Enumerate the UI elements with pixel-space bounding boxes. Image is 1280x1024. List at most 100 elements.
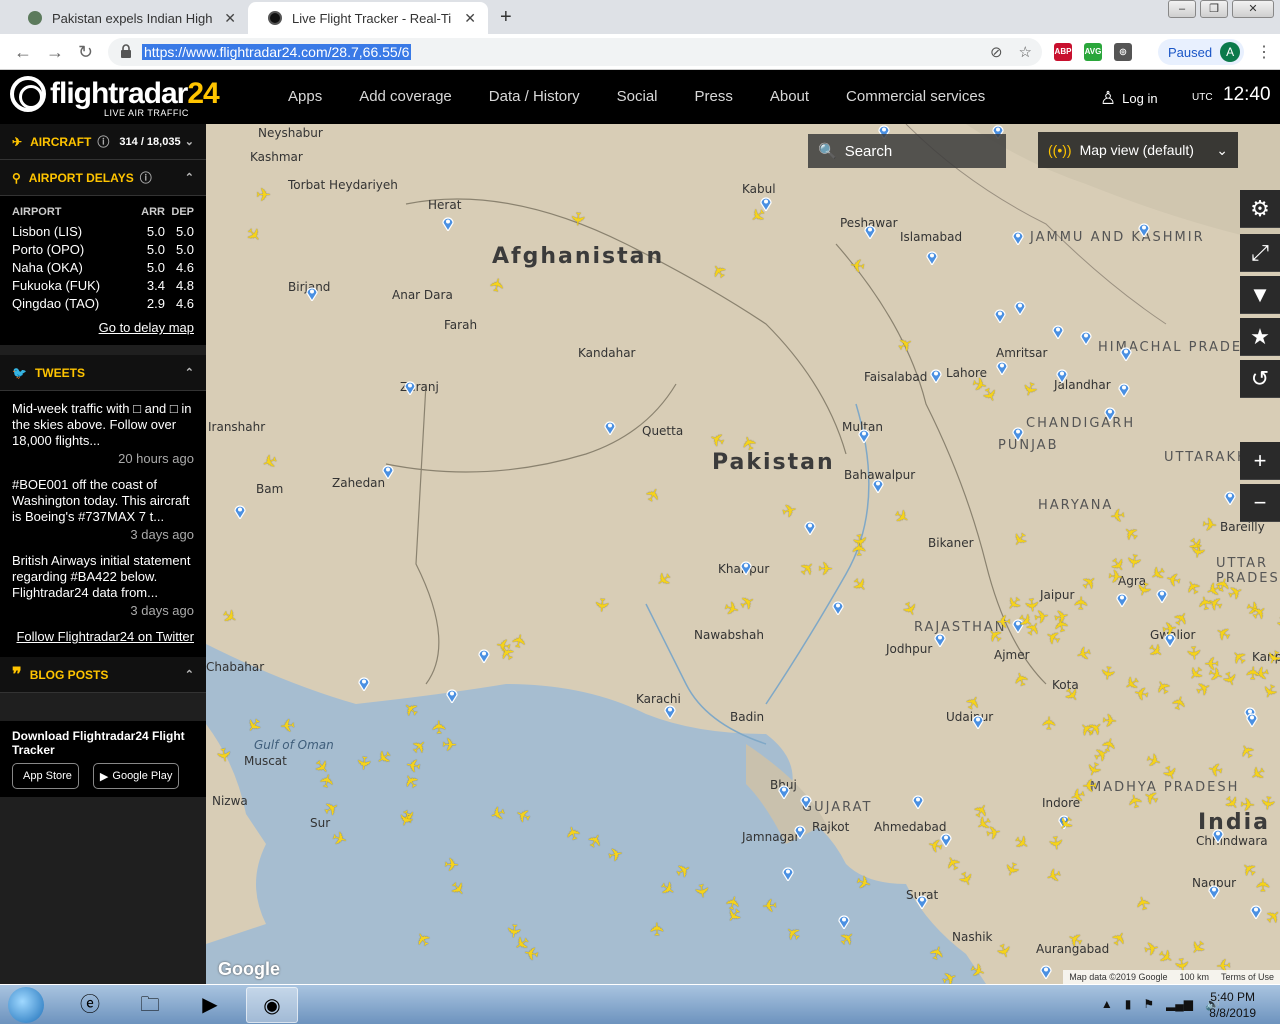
airport-pin-icon[interactable] — [604, 420, 616, 435]
airport-pin-icon[interactable] — [1118, 382, 1130, 397]
start-button[interactable] — [8, 987, 44, 1023]
airport-pin-icon[interactable] — [740, 560, 752, 575]
tab-close-icon[interactable]: ✕ — [464, 10, 476, 27]
aircraft-icon[interactable]: ✈ — [647, 921, 667, 936]
airport-pin-icon[interactable] — [872, 478, 884, 493]
browser-menu-icon[interactable]: ⋮ — [1256, 42, 1272, 62]
airport-pin-icon[interactable] — [1116, 592, 1128, 607]
taskbar-clock[interactable]: 5:40 PM 8/8/2019 — [1209, 989, 1256, 1021]
aircraft-icon[interactable]: ✈ — [256, 186, 271, 204]
aircraft-icon[interactable]: ✈ — [567, 211, 588, 227]
airport-pin-icon[interactable] — [1250, 904, 1262, 919]
airport-pin-icon[interactable] — [858, 428, 870, 443]
aircraft-icon[interactable]: ✈ — [1081, 775, 1097, 796]
network-icon[interactable]: ▮ — [1125, 997, 1132, 1011]
nav-add-coverage[interactable]: Add coverage — [359, 88, 452, 105]
airport-pin-icon[interactable] — [404, 380, 416, 395]
airport-pin-icon[interactable] — [1056, 368, 1068, 383]
nav-press[interactable]: Press — [695, 88, 733, 105]
table-row[interactable]: Lisbon (LIS) 5.0 5.0 — [12, 224, 194, 242]
help-icon[interactable]: ⓘ — [140, 169, 152, 186]
nav-apps[interactable]: Apps — [288, 88, 322, 105]
aircraft-icon[interactable]: ✈ — [1239, 794, 1255, 815]
adblock-icon[interactable]: ABP — [1054, 43, 1072, 61]
airport-pin-icon[interactable] — [1138, 222, 1150, 237]
tab-flight-tracker[interactable]: Live Flight Tracker - Real-Time Fli ✕ — [248, 2, 488, 34]
tray-expand-icon[interactable]: ▲ — [1101, 997, 1113, 1011]
reload-icon[interactable]: ↻ — [78, 42, 93, 63]
flight-map[interactable]: Afghanistan Pakistan India Kabul Herat K… — [206, 124, 1280, 984]
aircraft-icon[interactable]: ✈ — [279, 714, 296, 735]
airport-pin-icon[interactable] — [864, 224, 876, 239]
playback-history-icon[interactable]: ↺ — [1240, 360, 1280, 398]
help-icon[interactable]: ⓘ — [97, 133, 109, 150]
airport-pin-icon[interactable] — [234, 504, 246, 519]
fullscreen-icon[interactable]: ⤢ — [1240, 234, 1280, 272]
list-item[interactable]: British Airways initial statement regard… — [12, 553, 194, 619]
google-play-button[interactable]: ▶ Google Play — [92, 763, 180, 789]
media-player-icon[interactable]: ▶ — [184, 987, 236, 1023]
minimize-icon[interactable]: – — [1168, 0, 1196, 18]
airport-pin-icon[interactable] — [1014, 300, 1026, 315]
airport-pin-icon[interactable] — [1104, 406, 1116, 421]
avg-icon[interactable]: AVG — [1084, 43, 1102, 61]
airport-pin-icon[interactable] — [778, 784, 790, 799]
aircraft-icon[interactable]: ✈ — [212, 746, 234, 764]
aircraft-icon[interactable]: ✈ — [1071, 595, 1092, 611]
aircraft-icon[interactable]: ✈ — [849, 254, 867, 276]
aircraft-icon[interactable]: ✈ — [1243, 665, 1264, 681]
nav-commercial-services[interactable]: Commercial services — [846, 88, 985, 105]
url-text[interactable]: https://www.flightradar24.com/28.7,66.55… — [142, 44, 412, 60]
table-row[interactable]: Fukuoka (FUK) 3.4 4.8 — [12, 278, 194, 296]
aircraft-icon[interactable]: ✈ — [1096, 664, 1118, 682]
airport-pin-icon[interactable] — [1156, 588, 1168, 603]
aircraft-icon[interactable]: ✈ — [1161, 618, 1179, 640]
blog-posts-header[interactable]: ❞ BLOG POSTS ⌃ — [0, 657, 206, 693]
airport-pin-icon[interactable] — [930, 368, 942, 383]
airport-delays-header[interactable]: ⚲ AIRPORT DELAYS ⓘ ⌃ — [0, 160, 206, 196]
aircraft-icon[interactable]: ✈ — [1257, 794, 1279, 812]
airport-pin-icon[interactable] — [934, 632, 946, 647]
airport-pin-icon[interactable] — [1120, 346, 1132, 361]
aircraft-icon[interactable]: ✈ — [442, 735, 458, 756]
incognito-icon[interactable]: ◎ — [1114, 43, 1132, 61]
airport-pin-icon[interactable] — [782, 866, 794, 881]
tab-close-icon[interactable]: ✕ — [224, 10, 236, 27]
favorites-star-icon[interactable]: ★ — [1240, 318, 1280, 356]
airport-pin-icon[interactable] — [1040, 964, 1052, 979]
explorer-folder-icon[interactable]: 🗀 — [124, 987, 176, 1023]
airport-pin-icon[interactable] — [1224, 490, 1236, 505]
aircraft-icon[interactable]: ✈ — [761, 894, 778, 915]
fr24-logo[interactable]: flightradar24 — [10, 76, 220, 112]
back-icon[interactable]: ← — [14, 42, 32, 63]
airport-pin-icon[interactable] — [1212, 828, 1224, 843]
airport-pin-icon[interactable] — [306, 286, 318, 301]
airport-pin-icon[interactable] — [1052, 324, 1064, 339]
aircraft-icon[interactable]: ✈ — [849, 541, 870, 557]
aircraft-icon[interactable]: ✈ — [353, 754, 374, 771]
aircraft-icon[interactable]: ✈ — [1183, 645, 1204, 662]
table-row[interactable]: Qingdao (TAO) 2.9 4.6 — [12, 296, 194, 314]
delay-map-link[interactable]: Go to delay map — [12, 320, 194, 335]
aircraft-icon[interactable]: ✈ — [1045, 834, 1067, 851]
aircraft-icon[interactable]: ✈ — [591, 597, 612, 614]
airport-pin-icon[interactable] — [804, 520, 816, 535]
address-bar[interactable]: https://www.flightradar24.com/28.7,66.55… — [108, 38, 1042, 66]
aircraft-icon[interactable]: ✈ — [1109, 504, 1126, 526]
airport-pin-icon[interactable] — [664, 704, 676, 719]
aircraft-icon[interactable]: ✈ — [1122, 552, 1144, 570]
airport-pin-icon[interactable] — [994, 308, 1006, 323]
airport-pin-icon[interactable] — [446, 688, 458, 703]
ie-icon[interactable]: ⓔ — [64, 987, 116, 1023]
airport-pin-icon[interactable] — [912, 794, 924, 809]
list-item[interactable]: #BOE001 off the coast of Washington toda… — [12, 477, 194, 543]
airport-pin-icon[interactable] — [1012, 230, 1024, 245]
airport-pin-icon[interactable] — [996, 360, 1008, 375]
airport-pin-icon[interactable] — [832, 600, 844, 615]
airport-pin-icon[interactable] — [926, 250, 938, 265]
map-view-selector[interactable]: ((•)) Map view (default) ⌄ — [1038, 132, 1238, 168]
settings-gear-icon[interactable]: ⚙ — [1240, 190, 1280, 228]
airport-pin-icon[interactable] — [382, 464, 394, 479]
aircraft-icon[interactable]: ✈ — [429, 719, 450, 735]
nav-social[interactable]: Social — [617, 88, 658, 105]
